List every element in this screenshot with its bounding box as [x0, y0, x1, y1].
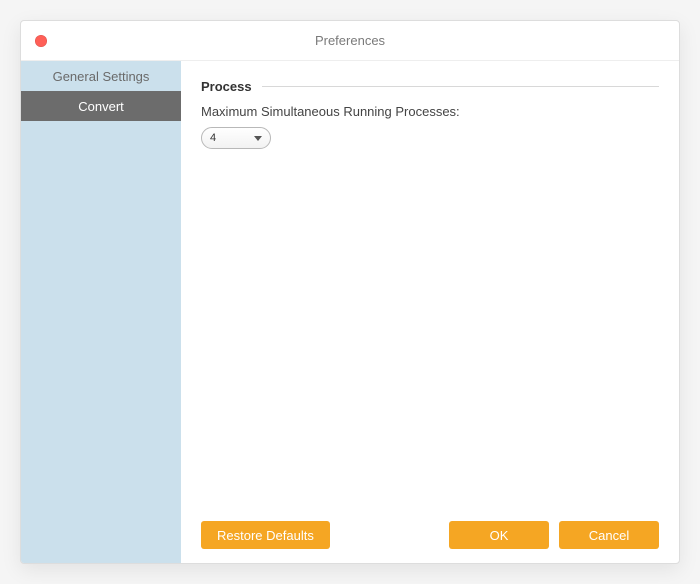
- window-body: General Settings Convert Process Maximum…: [21, 61, 679, 563]
- main-panel: Process Maximum Simultaneous Running Pro…: [181, 61, 679, 563]
- window-title: Preferences: [315, 33, 385, 48]
- sidebar-item-label: Convert: [78, 99, 124, 114]
- sidebar-item-label: General Settings: [53, 69, 150, 84]
- section-header: Process: [201, 79, 659, 94]
- preferences-window: Preferences General Settings Convert Pro…: [20, 20, 680, 564]
- max-processes-select[interactable]: 4: [201, 127, 271, 149]
- chevron-down-icon: [254, 136, 262, 141]
- sidebar: General Settings Convert: [21, 61, 181, 563]
- cancel-button[interactable]: Cancel: [559, 521, 659, 549]
- close-icon[interactable]: [35, 35, 47, 47]
- spacer: [340, 521, 439, 549]
- ok-button[interactable]: OK: [449, 521, 549, 549]
- sidebar-item-general-settings[interactable]: General Settings: [21, 61, 181, 91]
- select-value: 4: [210, 132, 216, 144]
- restore-defaults-button[interactable]: Restore Defaults: [201, 521, 330, 549]
- titlebar: Preferences: [21, 21, 679, 61]
- sidebar-item-convert[interactable]: Convert: [21, 91, 181, 121]
- divider: [262, 86, 659, 87]
- section-title: Process: [201, 79, 252, 94]
- footer: Restore Defaults OK Cancel: [201, 511, 659, 549]
- field-label-max-processes: Maximum Simultaneous Running Processes:: [201, 104, 659, 119]
